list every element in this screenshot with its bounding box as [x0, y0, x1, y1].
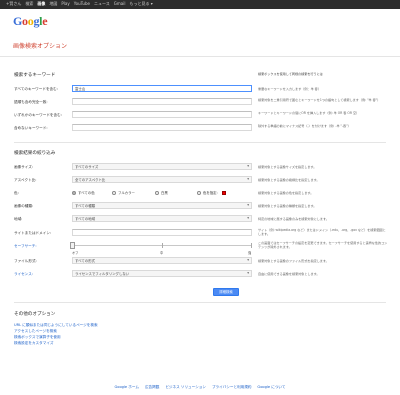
color-label: 色:: [14, 191, 19, 195]
image-type-select[interactable]: すべての種類 ▾: [72, 202, 252, 209]
license-hint: 自由に使用できる画像を検索対象とします。: [258, 272, 320, 276]
image-size-hint: 検索対象とする画像サイズを指定します。: [258, 165, 317, 169]
aspect-ratio-select[interactable]: 全てのアスペクト比 ▾: [72, 176, 252, 183]
top-nav-link-profile[interactable]: +賢さん: [6, 1, 21, 7]
section-divider: [14, 302, 386, 303]
other-link-operators[interactable]: 検索ボックスで演算子を使用: [14, 335, 61, 340]
top-nav-link-maps[interactable]: 地図: [49, 1, 57, 7]
radio-icon: [197, 190, 201, 195]
top-nav-link-gmail[interactable]: Gmail: [114, 1, 126, 7]
image-type-hint: 検索対象とする画像の種類を指定します。: [258, 204, 317, 208]
color-radio-full[interactable]: フルカラー: [112, 190, 155, 195]
safesearch-label[interactable]: セーフサーチ:: [14, 244, 37, 249]
aspect-ratio-hint: 検索対象とする画像の縦横比を指定します。: [258, 178, 320, 182]
region-label: 地域:: [14, 217, 23, 221]
chevron-down-icon: ▾: [247, 271, 249, 275]
color-swatch[interactable]: [221, 190, 226, 195]
license-select[interactable]: ライセンスでフィルタリングしない ▾: [72, 270, 252, 277]
top-nav-link-search[interactable]: 検索: [25, 1, 33, 7]
exact-phrase-input[interactable]: [72, 98, 252, 105]
chevron-down-icon: ▾: [247, 177, 249, 181]
license-label[interactable]: ライセンス:: [14, 272, 33, 277]
keyword-section-title: 検索するキーワード: [14, 73, 56, 78]
color-radio-all[interactable]: すべての色: [72, 190, 112, 195]
top-nav-link-more[interactable]: もっと見る ▾: [129, 1, 152, 7]
page-title: 画像検索オプション: [13, 43, 68, 50]
chevron-down-icon: ▾: [247, 203, 249, 207]
footer-link-business[interactable]: ビジネス ソリューション: [165, 385, 206, 390]
filter-section-title: 検索結果の絞り込み: [14, 151, 56, 156]
safesearch-moderate-label: 中: [160, 251, 164, 255]
safesearch-strict-label: 強: [248, 251, 252, 255]
all-words-hint: 重要なキーワードを入力します（例：羊 春）: [258, 87, 321, 91]
image-type-label: 画像の種類:: [14, 204, 34, 208]
color-hint: 検索対象とする画像の色を指定します。: [258, 191, 314, 195]
all-words-label: すべてのキーワードを含む:: [14, 87, 58, 91]
radio-selected-icon: [72, 190, 76, 195]
top-nav-link-images[interactable]: 画像: [37, 1, 45, 7]
safesearch-off-label: オフ: [72, 251, 79, 255]
file-type-label: ファイル形式:: [14, 259, 37, 263]
radio-icon: [155, 190, 159, 195]
section-divider: [14, 142, 386, 143]
footer-link-about[interactable]: Google について: [257, 385, 285, 390]
color-radio-bw[interactable]: 白黒: [155, 190, 197, 195]
chevron-down-icon: ▾: [247, 216, 249, 220]
footer-link-privacy[interactable]: プライバシーと利用規約: [212, 385, 251, 390]
any-words-hint: キーワードとキーワードの間にOR を挿入します（例: 羊 OR 春 OR 空）: [258, 111, 360, 115]
exclude-words-hint: 除外する単語の前にマイナス記号（-）を付けます（例: -羊 "-春"）: [258, 124, 351, 128]
site-domain-label: サイトまたはドメイン:: [14, 231, 52, 235]
site-domain-input[interactable]: [72, 229, 252, 236]
slider-tick: [251, 243, 252, 248]
exclude-words-input[interactable]: [72, 124, 252, 131]
any-words-input[interactable]: [72, 111, 252, 118]
chevron-down-icon: ▾: [247, 258, 249, 262]
top-navigation-bar: +賢さん 検索 画像 地図 Play YouTube ニュース Gmail もっ…: [0, 0, 400, 9]
exact-phrase-label: 語順も含め完全一致:: [14, 100, 48, 104]
all-words-input[interactable]: 富士山: [72, 85, 252, 92]
footer-link-home[interactable]: Google ホーム: [114, 385, 139, 390]
file-type-select[interactable]: すべての形式 ▾: [72, 257, 252, 264]
safesearch-hint: この画面ではセーフサーチの設定を変更できます。セーフサーチを使用すると露骨な性的…: [258, 241, 388, 250]
google-logo[interactable]: Google: [13, 14, 48, 29]
other-link-customize-settings[interactable]: 検索設定をカスタマイズ: [14, 341, 53, 346]
footer-link-ads[interactable]: 広告掲載: [145, 385, 159, 390]
chevron-down-icon: ▾: [247, 164, 249, 168]
region-hint: 特定の地域に属する画像のみを検索対象にします。: [258, 217, 329, 221]
other-options-title: その他のオプション: [14, 312, 56, 317]
color-radio-specific[interactable]: 色を指定:: [197, 190, 226, 195]
image-size-select[interactable]: すべてのサイズ ▾: [72, 163, 252, 170]
file-type-hint: 検索対象とする画像のファイル形式を指定します。: [258, 259, 329, 263]
safesearch-slider-handle[interactable]: [70, 242, 75, 249]
header-divider: [0, 56, 400, 57]
radio-icon: [112, 190, 116, 195]
any-words-label: いずれかのキーワードを含む:: [14, 113, 62, 117]
top-nav-link-youtube[interactable]: YouTube: [74, 1, 90, 7]
aspect-ratio-label: アスペクト比:: [14, 178, 37, 182]
other-link-visited-pages[interactable]: アクセスしたページを検索: [14, 329, 57, 334]
other-link-similar-pages[interactable]: URL に類似または同じようにしているページを検索: [14, 323, 98, 328]
exclude-words-label: 含めないキーワード:: [14, 126, 48, 130]
image-size-label: 画像サイズ:: [14, 165, 34, 169]
region-select[interactable]: すべての地域 ▾: [72, 215, 252, 222]
top-nav-link-play[interactable]: Play: [61, 1, 69, 7]
site-domain-hint: サイト（例: wikipedia.org など）またはドメイン（.edu、.or…: [258, 228, 386, 237]
advanced-search-button[interactable]: 詳細検索: [213, 288, 239, 296]
exact-phrase-hint: 検索対象を二重引用符で囲むとキーワードを1つの語句として検索します（例: "羊 …: [258, 98, 381, 102]
footer-links: Google ホーム 広告掲載 ビジネス ソリューション プライバシーと利用規約…: [0, 385, 400, 390]
color-radio-group: すべての色 フルカラー 白黒 色を指定:: [72, 190, 226, 195]
top-nav-links: +賢さん 検索 画像 地図 Play YouTube ニュース Gmail もっ…: [6, 1, 153, 7]
slider-tick: [162, 243, 163, 248]
keyword-hint-header: 検索ボックスを使用して同様の検索を行うには: [258, 72, 323, 76]
top-nav-link-news[interactable]: ニュース: [94, 1, 110, 7]
